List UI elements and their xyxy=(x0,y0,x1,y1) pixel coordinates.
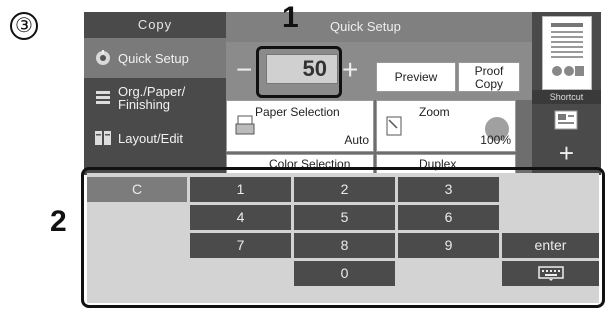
callout-frame-2 xyxy=(81,167,605,308)
copy-screen: Copy Quick Setup Org./Paper/ Finishing L… xyxy=(84,12,601,175)
callout-frame-1 xyxy=(256,46,342,98)
proof-copy-button[interactable]: Proof Copy xyxy=(458,62,520,92)
nav-item-quick-setup[interactable]: Quick Setup xyxy=(84,38,226,78)
nav-item-label: Org./Paper/ Finishing xyxy=(118,84,186,112)
tile-label: Paper Selection xyxy=(255,105,340,119)
shortcut-item-icon[interactable] xyxy=(554,110,578,130)
paper-tray-icon xyxy=(235,115,255,135)
left-nav: Copy Quick Setup Org./Paper/ Finishing L… xyxy=(84,12,226,175)
nav-item-layout-edit[interactable]: Layout/Edit xyxy=(84,118,226,158)
nav-title: Copy xyxy=(137,17,173,32)
quick-setup-icon xyxy=(96,50,110,65)
nav-item-org-paper-finishing[interactable]: Org./Paper/ Finishing xyxy=(84,78,226,118)
nav-item-label: Layout/Edit xyxy=(118,130,184,146)
add-shortcut-button[interactable]: + xyxy=(532,136,601,170)
increment-button[interactable]: + xyxy=(342,56,358,84)
document-preview-thumbnail[interactable] xyxy=(542,16,592,90)
tile-value: Auto xyxy=(344,133,369,147)
org-paper-icon xyxy=(96,91,110,104)
tile-label: Zoom xyxy=(419,105,450,119)
shortcut-label: Shortcut xyxy=(532,90,601,104)
tile-value: 100% xyxy=(480,133,511,147)
document-icon xyxy=(551,23,584,76)
right-panel: Shortcut + xyxy=(532,12,601,175)
layout-edit-icon xyxy=(95,131,111,145)
paper-selection-tile[interactable]: Paper Selection Auto xyxy=(226,100,374,152)
zoom-icon xyxy=(386,116,402,136)
callout-number-2: 2 xyxy=(50,205,67,238)
callout-number-1: 1 xyxy=(282,1,299,34)
page-title: Quick Setup xyxy=(226,12,532,42)
nav-item-label: Quick Setup xyxy=(118,50,189,66)
decrement-button[interactable]: − xyxy=(236,56,252,84)
step-number-badge: ③ xyxy=(10,12,38,40)
zoom-tile[interactable]: Zoom 100% xyxy=(376,100,516,152)
preview-button[interactable]: Preview xyxy=(376,62,456,92)
